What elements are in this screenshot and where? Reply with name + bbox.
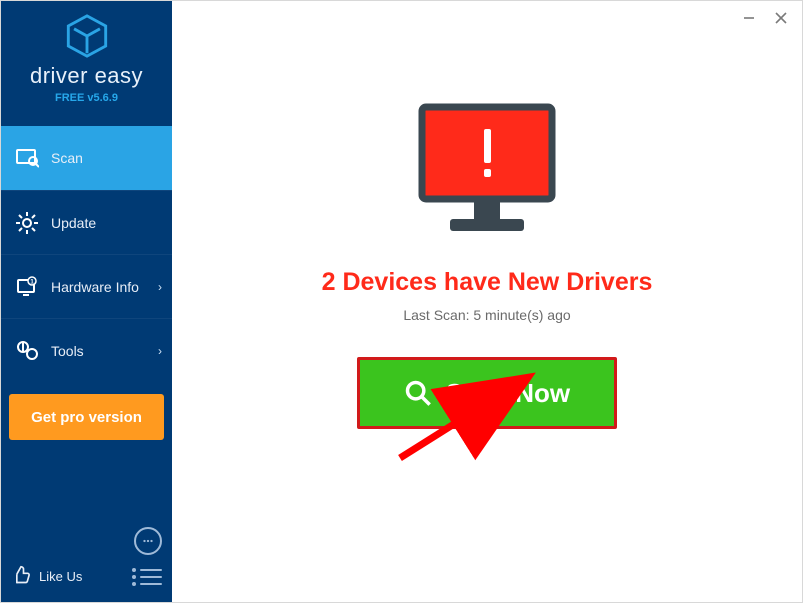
monitor-alert-icon (412, 103, 562, 238)
chevron-right-icon: › (158, 280, 162, 294)
app-window: driver easy FREE v5.6.9 Scan (0, 0, 803, 603)
sidebar-item-tools[interactable]: Tools › (1, 318, 172, 382)
like-us-label: Like Us (39, 569, 82, 584)
gear-icon (15, 211, 39, 235)
thumbs-up-icon (11, 565, 31, 588)
hardware-icon: 1 (15, 275, 39, 299)
nav: Scan (1, 126, 172, 382)
last-scan-text: Last Scan: 5 minute(s) ago (403, 307, 570, 323)
sidebar-item-label: Scan (51, 150, 83, 166)
sidebar-item-update[interactable]: Update (1, 190, 172, 254)
scan-icon (15, 146, 39, 170)
search-icon (404, 379, 432, 407)
sidebar-item-label: Tools (51, 343, 84, 359)
content: 2 Devices have New Drivers Last Scan: 5 … (172, 1, 802, 602)
sidebar: driver easy FREE v5.6.9 Scan (1, 1, 172, 602)
main-panel: 2 Devices have New Drivers Last Scan: 5 … (172, 1, 802, 602)
feedback-icon[interactable] (134, 527, 162, 555)
sidebar-item-label: Update (51, 215, 96, 231)
brand-block: driver easy FREE v5.6.9 (1, 1, 172, 112)
brand-version: FREE v5.6.9 (55, 92, 118, 104)
brand-name: driver easy (30, 63, 143, 89)
chevron-right-icon: › (158, 344, 162, 358)
tools-icon (15, 339, 39, 363)
sidebar-item-hardware-info[interactable]: 1 Hardware Info › (1, 254, 172, 318)
sidebar-item-scan[interactable]: Scan (1, 126, 172, 190)
scan-now-button[interactable]: Scan Now (357, 357, 617, 429)
sidebar-bottom: Like Us (1, 519, 172, 602)
like-us-button[interactable]: Like Us (11, 565, 82, 588)
sidebar-item-label: Hardware Info (51, 279, 139, 295)
status-headline: 2 Devices have New Drivers (322, 268, 653, 297)
get-pro-label: Get pro version (31, 409, 142, 426)
menu-icon[interactable] (132, 568, 162, 586)
scan-now-label: Scan Now (446, 378, 570, 409)
brand-logo-icon (64, 13, 110, 59)
get-pro-button[interactable]: Get pro version (9, 394, 164, 440)
